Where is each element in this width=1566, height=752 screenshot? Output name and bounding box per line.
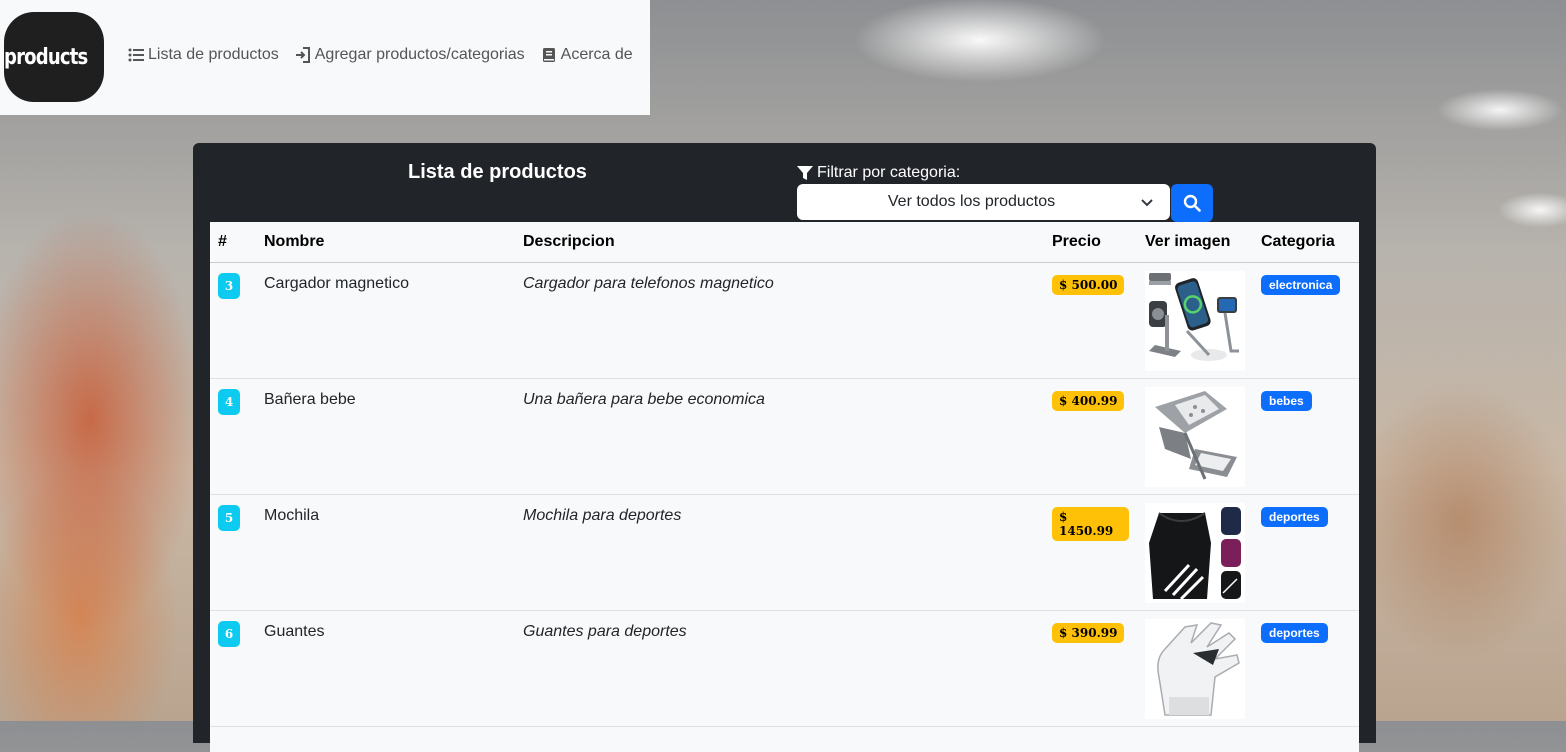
list-icon: [128, 48, 144, 62]
column-header-name: Nombre: [256, 222, 515, 263]
column-header-description: Descripcion: [515, 222, 1044, 263]
table-row: 4 Bañera bebe Una bañera para bebe econo…: [210, 378, 1359, 495]
category-select-value: Ver todos los productos: [887, 193, 1056, 210]
row-name: Guantes: [264, 623, 325, 640]
row-id-badge: 4: [218, 389, 240, 415]
column-header-price: Precio: [1044, 222, 1137, 263]
product-table-container: # Nombre Descripcion Precio Ver imagen C…: [210, 222, 1359, 752]
row-description: Guantes para deportes: [523, 623, 687, 640]
nav-link-about[interactable]: Acerca de: [541, 46, 633, 64]
row-price-badge: $ 400.99: [1052, 391, 1125, 411]
navbar: products Lista de productos Agregar prod…: [0, 0, 650, 115]
search-button[interactable]: [1171, 184, 1213, 222]
product-table: # Nombre Descripcion Precio Ver imagen C…: [210, 222, 1359, 727]
nav-link-product-list[interactable]: Lista de productos: [128, 46, 279, 64]
search-icon: [1183, 194, 1201, 212]
row-name: Cargador magnetico: [264, 275, 409, 292]
nav-link-label: Acerca de: [560, 46, 633, 63]
row-id-badge: 5: [218, 505, 240, 531]
row-price-badge: $ 1450.99: [1052, 507, 1129, 541]
baby-tub-image[interactable]: [1145, 387, 1245, 487]
book-icon: [542, 48, 555, 62]
backpack-image[interactable]: [1145, 503, 1245, 603]
table-row: 5 Mochila Mochila para deportes $ 1450.9…: [210, 494, 1359, 611]
logo[interactable]: products: [4, 12, 104, 102]
nav-link-add-products[interactable]: Agregar productos/categorias: [295, 46, 525, 64]
row-price-badge: $ 390.99: [1052, 623, 1125, 643]
filter-icon: [797, 166, 813, 180]
row-name: Mochila: [264, 507, 320, 524]
row-description: Una bañera para bebe economica: [523, 391, 765, 408]
row-category-badge: electronica: [1261, 275, 1341, 295]
nav-link-label: Lista de productos: [148, 46, 279, 63]
column-header-id: #: [210, 222, 256, 263]
panel-title: Lista de productos: [408, 161, 587, 183]
filter-label-text: Filtrar por categoria:: [817, 164, 961, 181]
product-panel: Lista de productos Filtrar por categoria…: [193, 143, 1376, 752]
logo-text: products: [4, 44, 88, 70]
row-id-badge: 3: [218, 273, 240, 299]
row-description: Mochila para deportes: [523, 507, 682, 524]
table-header-row: # Nombre Descripcion Precio Ver imagen C…: [210, 222, 1359, 263]
chevron-down-icon: [1141, 199, 1153, 207]
row-category-badge: bebes: [1261, 391, 1312, 411]
row-category-badge: deportes: [1261, 507, 1328, 527]
glove-image[interactable]: [1145, 619, 1245, 719]
charger-image[interactable]: [1145, 271, 1245, 371]
sign-in-icon: [295, 47, 310, 63]
row-price-badge: $ 500.00: [1052, 275, 1125, 295]
table-row: 6 Guantes Guantes para deportes $ 390.99…: [210, 610, 1359, 727]
table-row: 3 Cargador magnetico Cargador para telef…: [210, 262, 1359, 379]
nav-link-label: Agregar productos/categorias: [314, 46, 525, 63]
row-name: Bañera bebe: [264, 391, 356, 408]
row-id-badge: 6: [218, 621, 240, 647]
column-header-image: Ver imagen: [1137, 222, 1253, 263]
nav-links: Lista de productos Agregar productos/cat…: [128, 46, 633, 64]
filter-label: Filtrar por categoria:: [797, 164, 960, 182]
row-description: Cargador para telefonos magnetico: [523, 275, 774, 292]
row-category-badge: deportes: [1261, 623, 1328, 643]
column-header-category: Categoria: [1253, 222, 1359, 263]
category-select[interactable]: Ver todos los productos: [797, 184, 1170, 220]
